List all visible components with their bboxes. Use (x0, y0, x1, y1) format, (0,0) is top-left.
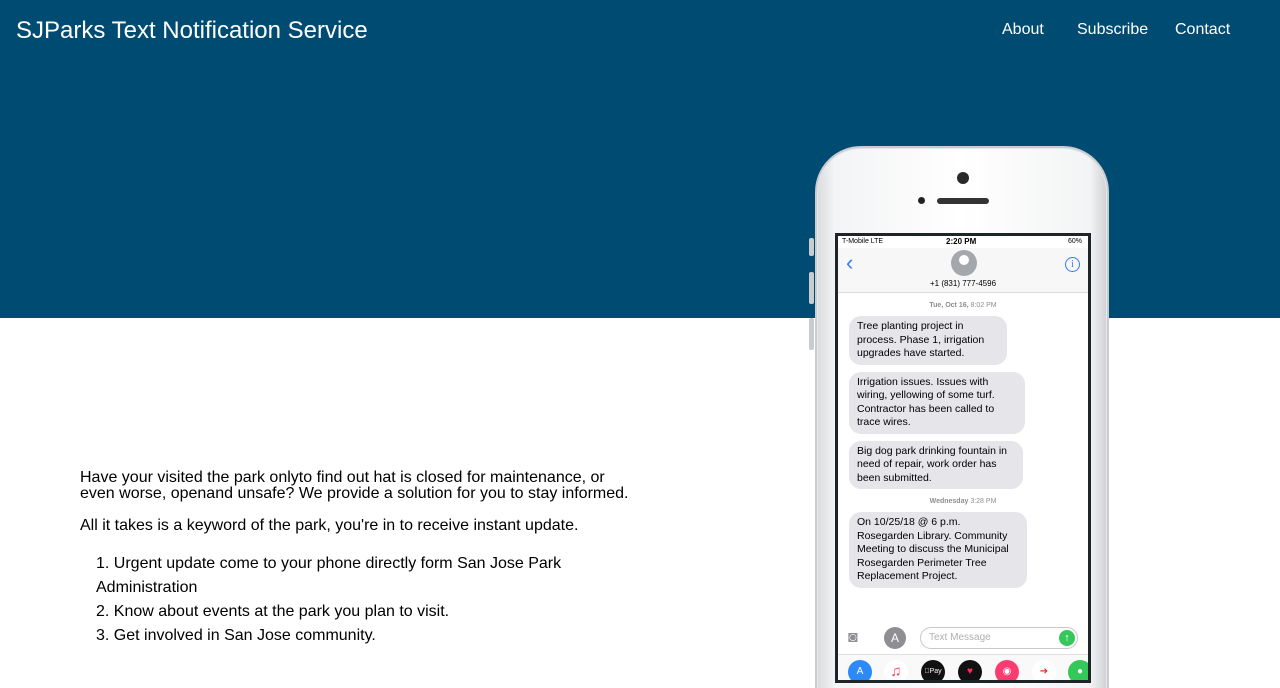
main-nav: About Subscribe Contact (980, 21, 1280, 41)
battery-label: 60% (1067, 238, 1082, 245)
front-camera (957, 172, 969, 184)
phone-mockup-image: T-Mobile LTE 2:20 PM 60% ‹ +1 (831) 777-… (815, 146, 1109, 688)
proximity-sensor (918, 197, 925, 204)
benefits-list: 1. Urgent update come to your phone dire… (80, 552, 640, 648)
music-note-icon: ♫ (884, 660, 908, 680)
benefit-item: 1. Urgent update come to your phone dire… (96, 555, 562, 596)
app-store-icon: A (884, 627, 906, 649)
timestamp-divider: Wednesday 3:28 PM (838, 498, 1088, 505)
phone-mute-switch (809, 238, 814, 256)
doordash-icon: ➔ (1032, 660, 1056, 680)
message-bubble: Irrigation issues. Issues with wiring, y… (849, 371, 1025, 434)
app-icon: ● (1068, 660, 1088, 680)
nav-subscribe-link[interactable]: Subscribe (1077, 21, 1148, 39)
image-search-icon: ◉ (995, 660, 1019, 680)
contact-number: +1 (831) 777-4596 (929, 279, 997, 288)
benefit-item: 3. Get involved in San Jose community. (96, 627, 376, 644)
avatar (951, 250, 977, 276)
app-store-icon: A (848, 660, 872, 680)
timestamp-time: 3:28 PM (970, 498, 997, 505)
intro-section: Have your visited the park onlyto find o… (80, 470, 640, 648)
timestamp-day: Tue, Oct 16, (929, 302, 969, 309)
apple-pay-icon: Pay (921, 660, 945, 680)
nav-contact-link[interactable]: Contact (1175, 21, 1230, 39)
intro-paragraph: Have your visited the park onlyto find o… (80, 469, 629, 502)
message-bubble: Tree planting project in process. Phase … (849, 316, 1007, 365)
phone-volume-up-button (809, 272, 814, 304)
phone-screen: T-Mobile LTE 2:20 PM 60% ‹ +1 (831) 777-… (835, 233, 1091, 683)
earpiece-speaker (937, 198, 989, 204)
message-composer: ◙ A Text Message ↑ (838, 626, 1088, 652)
text-message-input: Text Message ↑ (920, 627, 1078, 649)
timestamp-divider: Tue, Oct 16, 8:02 PM (838, 302, 1088, 309)
message-bubble: Big dog park drinking fountain in need o… (849, 440, 1023, 489)
conversation-header: ‹ +1 (831) 777-4596 i (838, 248, 1088, 293)
imessage-app-tray: A ♫ Pay ♥ ◉ ➔ ● (838, 654, 1088, 680)
send-arrow-icon: ↑ (1059, 630, 1075, 646)
benefit-item: 2. Know about events at the park you pla… (96, 603, 450, 620)
camera-icon: ◙ (848, 629, 858, 646)
text-message-placeholder: Text Message (929, 632, 991, 643)
phone-volume-down-button (809, 318, 814, 350)
chevron-left-icon: ‹ (846, 250, 854, 275)
clock-label: 2:20 PM (946, 237, 977, 246)
message-bubble: On 10/25/18 @ 6 p.m. Rosegarden Library.… (849, 512, 1027, 588)
site-title[interactable]: SJParks Text Notification Service (16, 17, 368, 45)
timestamp-time: 8:02 PM (970, 302, 997, 309)
carrier-label: T-Mobile LTE (842, 238, 884, 245)
heart-icon: ♥ (958, 660, 982, 680)
nav-about-link[interactable]: About (1002, 21, 1044, 39)
info-icon: i (1065, 257, 1080, 272)
timestamp-day: Wednesday (929, 498, 969, 505)
keyword-paragraph: All it takes is a keyword of the park, y… (80, 517, 579, 534)
status-bar: T-Mobile LTE 2:20 PM 60% (838, 236, 1088, 248)
